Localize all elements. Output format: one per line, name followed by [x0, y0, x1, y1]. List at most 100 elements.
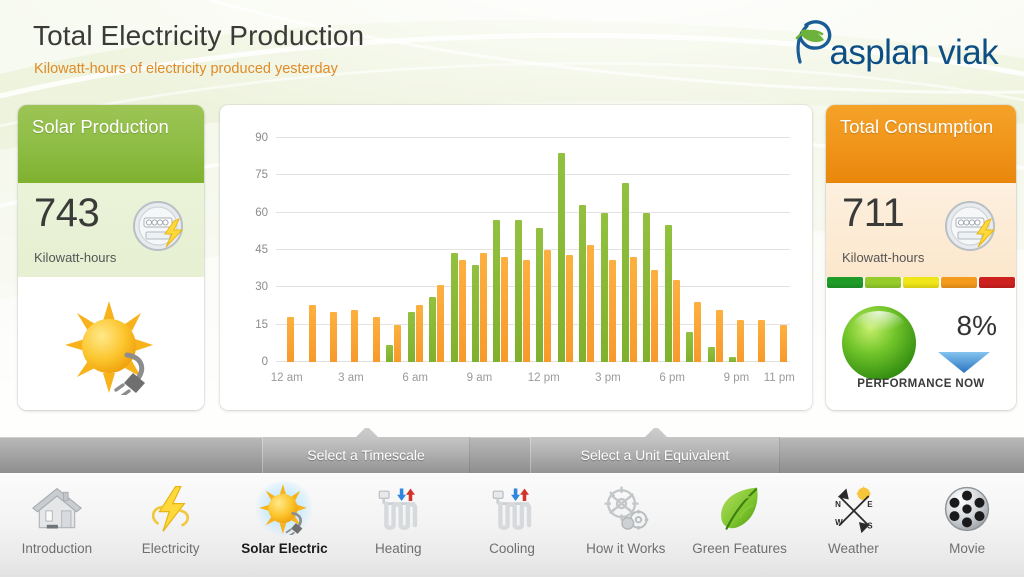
bar-total-consumption — [522, 259, 530, 362]
bar-total-consumption — [351, 309, 359, 362]
bar-total-consumption — [694, 302, 702, 362]
sun-plug-icon — [255, 481, 314, 537]
consumption-panel-header: Total Consumption — [826, 105, 1016, 183]
nav-item-green-features[interactable]: Green Features — [683, 473, 797, 577]
lightning-bolt-icon — [142, 481, 200, 537]
svg-text:S: S — [868, 522, 874, 531]
bottom-navigation: Introduction Electricity Solar Electric … — [0, 473, 1024, 577]
bar-group — [769, 138, 790, 362]
nav-item-label: Introduction — [21, 541, 93, 556]
chart-bars — [276, 138, 790, 362]
total-consumption-panel[interactable]: Total Consumption 711 Kilowatt-hours 8% … — [826, 105, 1016, 410]
bar-group — [704, 138, 725, 362]
performance-percent: 8% — [956, 310, 997, 341]
sun-plug-icon — [65, 300, 153, 395]
nav-item-how-it-works[interactable]: How it Works — [569, 473, 683, 577]
bar-total-consumption — [608, 259, 616, 362]
x-axis-tick: 3 pm — [595, 372, 621, 384]
performance-scale-segment — [903, 277, 939, 288]
nav-item-label: Heating — [374, 541, 422, 556]
x-axis-tick: 12 pm — [527, 372, 560, 384]
bar-total-consumption — [415, 304, 423, 362]
y-axis-tick: 30 — [255, 281, 268, 294]
y-axis-tick: 75 — [255, 169, 268, 182]
bar-solar-production — [664, 225, 672, 362]
tab-select-timescale-label: Select a Timescale — [307, 447, 425, 463]
nav-item-weather[interactable]: N E W S Weather — [796, 473, 910, 577]
svg-text:E: E — [868, 500, 874, 509]
nav-item-electricity[interactable]: Electricity — [114, 473, 228, 577]
house-icon — [28, 481, 86, 537]
radiator-hot-icon — [369, 481, 427, 537]
bar-group — [362, 138, 383, 362]
bar-group — [662, 138, 683, 362]
bar-solar-production — [407, 312, 415, 362]
nav-item-label: Electricity — [141, 541, 200, 556]
bar-solar-production — [729, 357, 737, 362]
performance-zone: 8% PERFORMANCE NOW — [826, 288, 1016, 400]
page-subtitle: Kilowatt-hours of electricity produced y… — [34, 61, 338, 77]
electric-meter-icon — [945, 201, 996, 251]
bar-group — [747, 138, 768, 362]
bar-group — [683, 138, 704, 362]
nav-item-solar-electric[interactable]: Solar Electric — [228, 473, 342, 577]
bar-total-consumption — [587, 245, 595, 362]
production-chart-card[interactable]: 0 15 30 45 60 75 90 12 am 3 am 6 am 9 am 12 pm 3 pm… — [220, 105, 812, 410]
bar-group — [405, 138, 426, 362]
performance-scale-segment — [979, 277, 1015, 288]
nav-item-introduction[interactable]: Introduction — [0, 473, 114, 577]
page-header: Total Electricity Production Kilowatt-ho… — [0, 0, 1024, 100]
bar-total-consumption — [437, 284, 445, 362]
bar-group — [383, 138, 404, 362]
tab-select-timescale[interactable]: Select a Timescale — [262, 437, 470, 473]
nav-item-label: Solar Electric — [241, 541, 328, 556]
brand-logo-text: asplan viak — [829, 33, 998, 72]
bar-group — [726, 138, 747, 362]
nav-item-cooling[interactable]: Cooling — [455, 473, 569, 577]
solar-panel-header: Solar Production — [18, 105, 204, 183]
bar-group — [340, 138, 361, 362]
bar-group — [640, 138, 661, 362]
x-axis-tick: 6 pm — [659, 372, 685, 384]
bar-total-consumption — [629, 257, 637, 362]
svg-text:W: W — [836, 518, 844, 527]
bar-group — [319, 138, 340, 362]
bar-total-consumption — [287, 317, 295, 362]
bar-group — [512, 138, 533, 362]
nav-item-movie[interactable]: Movie — [910, 473, 1024, 577]
bar-solar-production — [429, 297, 437, 362]
bar-group — [426, 138, 447, 362]
bar-total-consumption — [715, 309, 723, 362]
solar-illustration-zone — [18, 277, 204, 410]
leaf-icon — [711, 481, 769, 537]
bar-total-consumption — [394, 324, 402, 362]
tab-select-unit-equivalent[interactable]: Select a Unit Equivalent — [530, 437, 780, 473]
bar-solar-production — [579, 205, 587, 362]
bar-solar-production — [536, 227, 544, 362]
bar-solar-production — [707, 347, 715, 362]
bar-group — [490, 138, 511, 362]
bar-total-consumption — [458, 259, 466, 362]
film-reel-icon — [938, 481, 996, 537]
leaf-swoosh-icon — [796, 20, 832, 64]
consumption-panel-title: Total Consumption — [840, 116, 994, 137]
chart-plot-wrap: 0 15 30 45 60 75 90 12 am 3 am 6 am 9 am 12 pm 3 pm… — [220, 105, 812, 410]
bar-group — [597, 138, 618, 362]
bar-total-consumption — [372, 317, 380, 362]
x-axis-tick: 6 am — [402, 372, 428, 384]
performance-caption: PERFORMANCE NOW — [857, 378, 985, 390]
chart-plot-area — [276, 137, 790, 362]
solar-production-panel[interactable]: Solar Production 743 Kilowatt-hours — [18, 105, 204, 410]
bar-group — [554, 138, 575, 362]
radiator-cool-icon — [483, 481, 541, 537]
page-title: Total Electricity Production — [33, 20, 365, 51]
solar-panel-title: Solar Production — [32, 116, 169, 137]
bar-total-consumption — [565, 254, 573, 362]
performance-scale-segment — [865, 277, 901, 288]
tab-notch-icon — [350, 428, 384, 438]
y-axis-tick: 90 — [255, 132, 268, 144]
y-axis-tick: 60 — [255, 206, 268, 219]
brand-logo[interactable]: asplan viak — [789, 14, 999, 72]
bar-solar-production — [514, 220, 522, 362]
nav-item-heating[interactable]: Heating — [341, 473, 455, 577]
